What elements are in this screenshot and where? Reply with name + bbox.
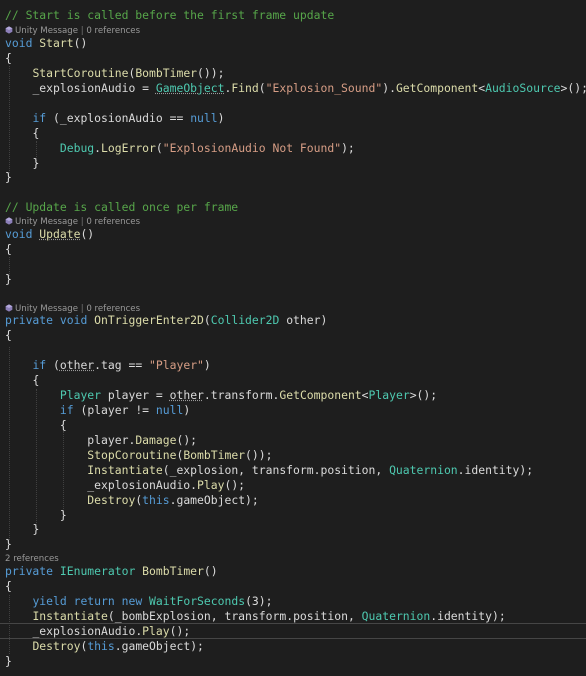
code-line[interactable]: // Start is called before the first fram… <box>0 8 586 23</box>
code-line[interactable]: void Update() <box>0 227 586 242</box>
code-line[interactable]: } <box>0 522 586 537</box>
code-line[interactable]: private void OnTriggerEnter2D(Collider2D… <box>0 313 586 328</box>
code-line[interactable]: if (other.tag == "Player") <box>0 358 586 373</box>
code-line[interactable]: Destroy(this.gameObject); <box>0 639 586 654</box>
references-link[interactable]: 0 references <box>86 217 140 227</box>
code-line[interactable]: yield return new WaitForSeconds(3); <box>0 594 586 609</box>
unity-cube-icon <box>5 217 13 225</box>
code-line-current[interactable]: _explosionAudio.Play(); <box>0 624 586 639</box>
comment: // Update is called once per frame <box>5 200 239 214</box>
unity-message-link[interactable]: Unity Message <box>15 217 78 227</box>
code-line[interactable]: { <box>0 51 586 66</box>
code-line[interactable]: { <box>0 373 586 388</box>
code-line[interactable]: _explosionAudio.Play(); <box>0 478 586 493</box>
code-line[interactable]: { <box>0 126 586 141</box>
code-line[interactable]: { <box>0 242 586 257</box>
code-line[interactable]: if (_explosionAudio == null) <box>0 111 586 126</box>
references-link[interactable]: 0 references <box>86 26 140 36</box>
code-line[interactable]: Destroy(this.gameObject); <box>0 493 586 508</box>
comment: // Start is called before the first fram… <box>5 8 335 22</box>
code-line[interactable]: { <box>0 418 586 433</box>
code-line[interactable]: private IEnumerator BombTimer() <box>0 564 586 579</box>
code-line[interactable]: Debug.LogError("ExplosionAudio Not Found… <box>0 141 586 156</box>
code-editor[interactable]: // Start is called before the first fram… <box>0 0 586 676</box>
code-line[interactable]: StopCoroutine(BombTimer()); <box>0 448 586 463</box>
code-line[interactable]: } <box>0 170 586 185</box>
code-line[interactable]: { <box>0 579 586 594</box>
code-line[interactable]: } <box>0 654 586 669</box>
code-line[interactable]: if (player != null) <box>0 403 586 418</box>
unity-cube-icon <box>5 26 13 34</box>
code-line[interactable]: } <box>0 508 586 523</box>
references-link[interactable]: 2 references <box>5 554 59 564</box>
code-line[interactable]: player.Damage(); <box>0 433 586 448</box>
code-line[interactable]: } <box>0 272 586 287</box>
code-line[interactable]: Instantiate(_explosion, transform.positi… <box>0 463 586 478</box>
code-line[interactable]: Instantiate(_bombExplosion, transform.po… <box>0 609 586 624</box>
code-line[interactable]: } <box>0 537 586 552</box>
unity-cube-icon <box>5 304 13 312</box>
code-line[interactable]: // Update is called once per frame <box>0 200 586 215</box>
code-line[interactable]: StartCoroutine(BombTimer()); <box>0 66 586 81</box>
code-line[interactable]: _explosionAudio = GameObject.Find("Explo… <box>0 81 586 96</box>
code-line[interactable]: { <box>0 328 586 343</box>
unity-message-link[interactable]: Unity Message <box>15 26 78 36</box>
code-line[interactable]: Player player = other.transform.GetCompo… <box>0 388 586 403</box>
code-line[interactable]: } <box>0 156 586 171</box>
code-line[interactable]: void Start() <box>0 36 586 51</box>
